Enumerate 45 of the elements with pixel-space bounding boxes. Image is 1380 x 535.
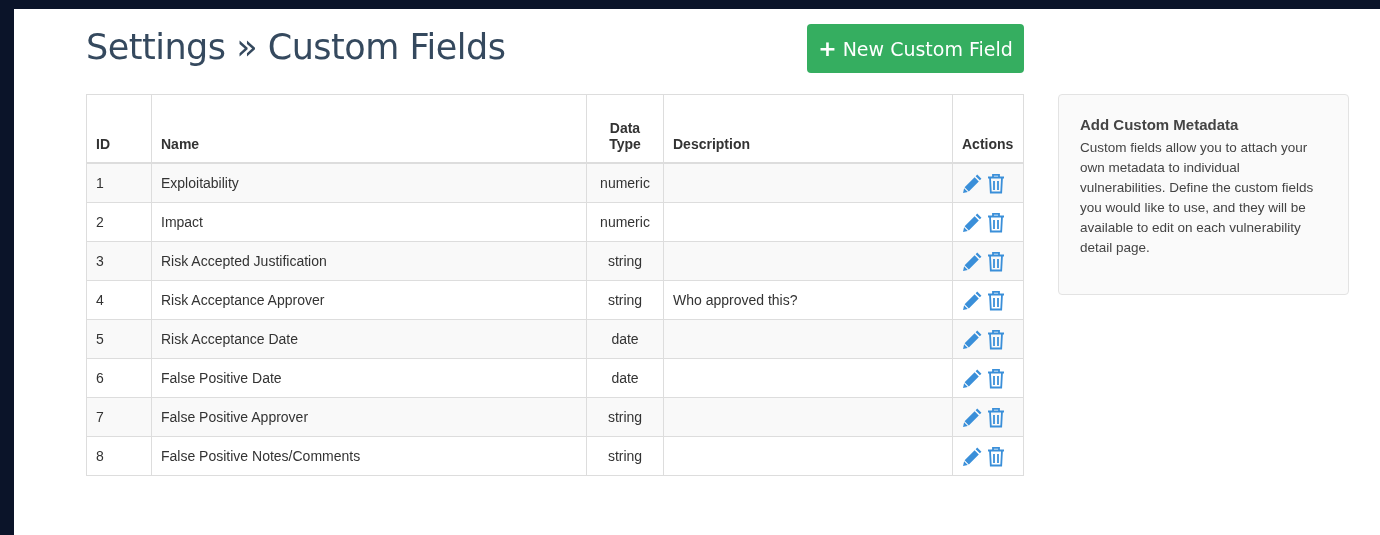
- table-cell: 1: [86, 163, 152, 203]
- edit-icon[interactable]: [962, 406, 983, 428]
- edit-icon[interactable]: [962, 367, 983, 389]
- panel-text: Custom fields allow you to attach your own metadata to individual vulnerabilities. Define the custom fields you would like to use, and they will be available to edit on each vulnerability detail page.: [1080, 139, 1315, 257]
- trash-icon[interactable]: [987, 406, 1005, 428]
- table-cell: numeric: [586, 202, 664, 242]
- trash-icon[interactable]: [987, 289, 1005, 311]
- trash-icon[interactable]: [987, 211, 1005, 233]
- table-cell: Risk Accepted Justification: [151, 241, 587, 281]
- table-cell: date: [586, 319, 664, 359]
- table-cell: Risk Acceptance Date: [151, 319, 587, 359]
- table-cell: date: [586, 358, 664, 398]
- table-cell: string: [586, 280, 664, 320]
- table-cell: numeric: [586, 163, 664, 203]
- trash-icon[interactable]: [987, 445, 1005, 467]
- edit-icon[interactable]: [962, 289, 983, 311]
- table-cell: False Positive Notes/Comments: [151, 436, 587, 476]
- page-title: Settings » Custom Fields: [86, 26, 506, 69]
- table-cell: 5: [86, 319, 152, 359]
- table-cell: string: [586, 436, 664, 476]
- edit-icon[interactable]: [962, 211, 983, 233]
- table-cell: Impact: [151, 202, 587, 242]
- trash-icon[interactable]: [987, 367, 1005, 389]
- table-cell: 6: [86, 358, 152, 398]
- edit-icon[interactable]: [962, 250, 983, 272]
- table-cell: string: [586, 397, 664, 437]
- trash-icon[interactable]: [987, 172, 1005, 194]
- panel-title: Add Custom Metadata: [1080, 116, 1240, 133]
- table-cell: False Positive Approver: [151, 397, 587, 437]
- trash-icon[interactable]: [987, 250, 1005, 272]
- table-cell: 3: [86, 241, 152, 281]
- edit-icon[interactable]: [962, 328, 983, 350]
- table-cell: Exploitability: [151, 163, 587, 203]
- table-cell: False Positive Date: [151, 358, 587, 398]
- table-cell: string: [586, 241, 664, 281]
- edit-icon[interactable]: [962, 172, 983, 194]
- edit-icon[interactable]: [962, 445, 983, 467]
- new-custom-field-button[interactable]: + New Custom Field: [807, 24, 1024, 73]
- table-cell: Risk Acceptance Approver: [151, 280, 587, 320]
- table-cell: Who approved this?: [663, 280, 953, 320]
- trash-icon[interactable]: [987, 328, 1005, 350]
- table-cell: 2: [86, 202, 152, 242]
- table-cell: 8: [86, 436, 152, 476]
- table-cell: 7: [86, 397, 152, 437]
- table-cell: 4: [86, 280, 152, 320]
